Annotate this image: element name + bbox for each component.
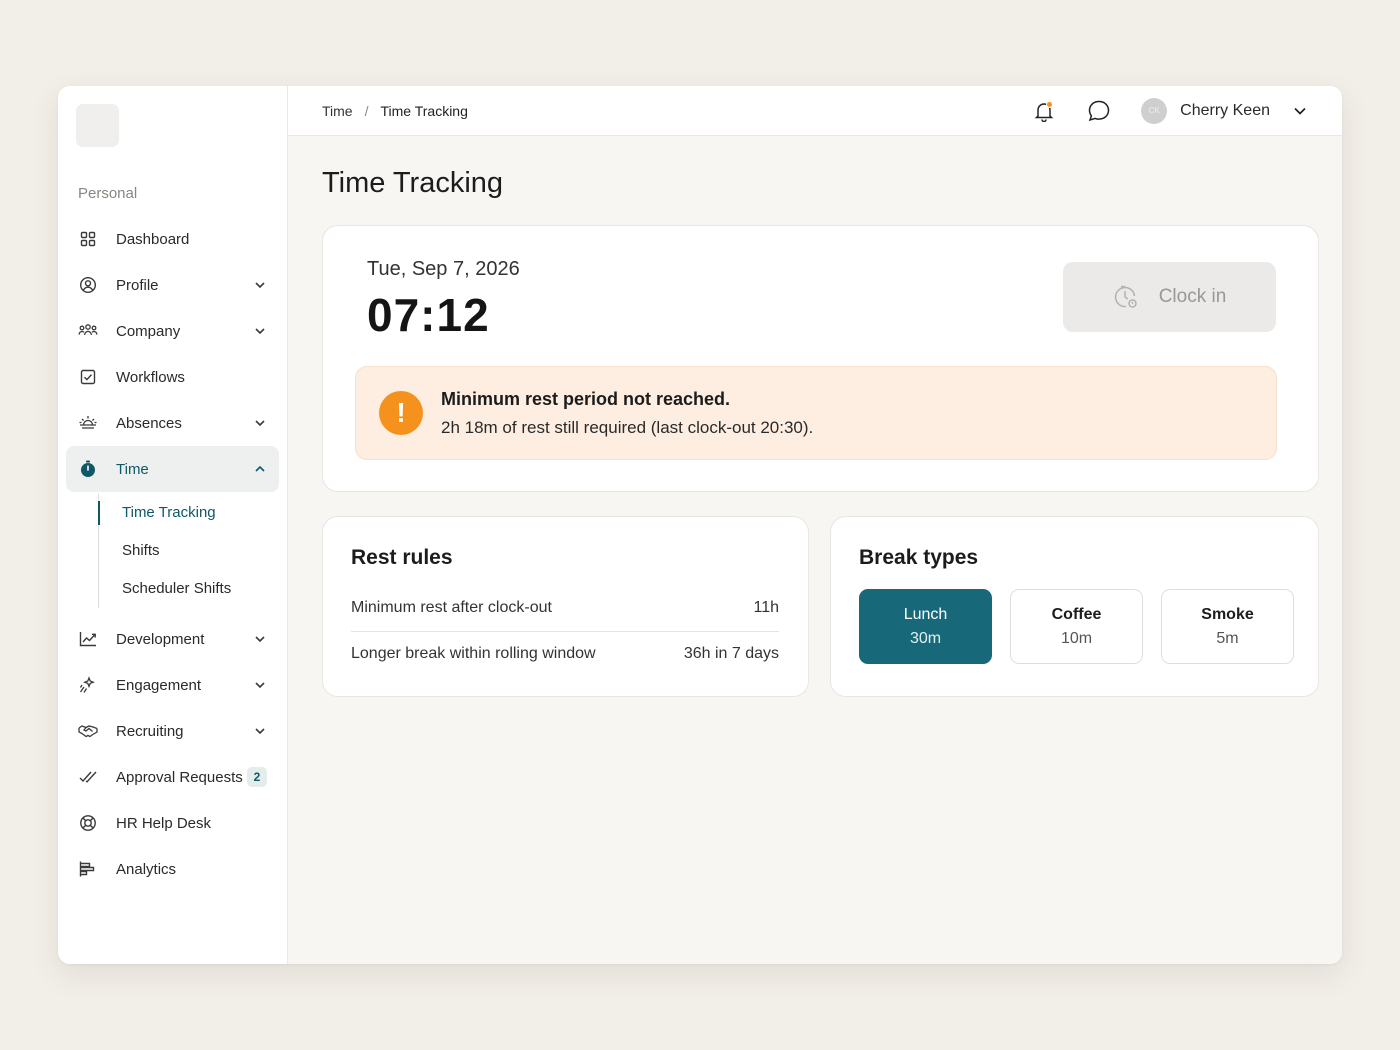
break-name: Smoke	[1201, 605, 1254, 623]
sidebar-subitem-time-tracking[interactable]: Time Tracking	[98, 494, 279, 532]
rest-period-alert: ! Minimum rest period not reached. 2h 18…	[355, 366, 1277, 460]
breadcrumb-current: Time Tracking	[380, 102, 468, 119]
lifebuoy-icon	[78, 813, 98, 833]
rule-value: 36h in 7 days	[683, 645, 779, 662]
chevron-up-icon	[253, 462, 267, 476]
avatar[interactable]: CK	[1141, 97, 1168, 124]
handshake-icon	[78, 721, 98, 741]
sidebar-item-engagement[interactable]: Engagement	[66, 662, 279, 708]
trend-chart-icon	[78, 629, 98, 649]
time-subnav: Time Tracking Shifts Scheduler Shifts	[98, 494, 279, 608]
top-actions: CK Cherry Keen	[1031, 97, 1308, 124]
rule-row: Longer break within rolling window 36h i…	[351, 645, 779, 663]
double-check-icon	[78, 767, 98, 787]
team-icon	[78, 321, 98, 341]
clock-in-label: Clock in	[1158, 286, 1227, 307]
sidebar-item-label: Time	[116, 460, 149, 478]
sparkle-icon	[78, 675, 98, 695]
break-name: Lunch	[903, 605, 948, 623]
sidebar-item-development[interactable]: Development	[66, 616, 279, 662]
current-date: Tue, Sep 7, 2026	[367, 258, 520, 280]
clock-card: Tue, Sep 7, 2026 07:12 Clock in ! Minimu…	[322, 225, 1319, 492]
sidebar-section-label: Personal	[78, 185, 138, 202]
sidebar-item-label: Profile	[116, 276, 159, 294]
sidebar-item-approval-requests[interactable]: Approval Requests 2	[66, 754, 279, 800]
sidebar-item-analytics[interactable]: Analytics	[66, 846, 279, 892]
chevron-down-icon[interactable]	[1292, 103, 1308, 119]
app-window: Personal Dashboard Profile Company Workf…	[58, 86, 1342, 964]
chevron-down-icon	[253, 632, 267, 646]
break-option-smoke[interactable]: Smoke 5m	[1161, 589, 1294, 664]
sidebar-item-profile[interactable]: Profile	[66, 262, 279, 308]
break-types-card: Break types Lunch 30m Coffee 10m Smoke 5…	[830, 516, 1319, 697]
sidebar-item-dashboard[interactable]: Dashboard	[66, 216, 279, 262]
sidebar-item-label: Recruiting	[116, 722, 184, 740]
sidebar-item-label: Workflows	[116, 368, 185, 386]
sidebar-item-label: HR Help Desk	[116, 814, 212, 832]
user-circle-icon	[78, 275, 98, 295]
clock-icon	[1113, 284, 1139, 310]
approval-count-badge: 2	[247, 767, 267, 787]
topbar: Time / Time Tracking CK Cherry Keen	[288, 86, 1342, 136]
sidebar-item-absences[interactable]: Absences	[66, 400, 279, 446]
break-options: Lunch 30m Coffee 10m Smoke 5m	[859, 589, 1294, 664]
notifications-button[interactable]	[1031, 98, 1057, 124]
sunrise-icon	[78, 413, 98, 433]
rule-label: Minimum rest after clock-out	[351, 599, 552, 616]
divider	[351, 631, 779, 632]
chat-bubble-icon	[1087, 99, 1111, 123]
messages-button[interactable]	[1086, 98, 1112, 124]
sidebar-item-label: Company	[116, 322, 181, 340]
sidebar-item-company[interactable]: Company	[66, 308, 279, 354]
stopwatch-icon	[78, 459, 98, 479]
company-logo[interactable]	[76, 104, 119, 147]
rule-value: 11h	[753, 599, 779, 616]
break-option-lunch[interactable]: Lunch 30m	[859, 589, 992, 664]
warning-icon: !	[379, 391, 423, 435]
rest-rules-title: Rest rules	[351, 546, 453, 569]
user-name[interactable]: Cherry Keen	[1180, 102, 1270, 120]
sidebar: Personal Dashboard Profile Company Workf…	[58, 86, 288, 964]
bell-icon	[1033, 100, 1055, 122]
rest-rules-card: Rest rules Minimum rest after clock-out …	[322, 516, 809, 697]
break-option-coffee[interactable]: Coffee 10m	[1010, 589, 1143, 664]
alert-title: Minimum rest period not reached.	[441, 389, 731, 409]
sidebar-item-recruiting[interactable]: Recruiting	[66, 708, 279, 754]
chevron-down-icon	[253, 416, 267, 430]
break-duration: 30m	[909, 629, 942, 647]
checkbox-icon	[78, 367, 98, 387]
sidebar-item-label: Dashboard	[116, 230, 190, 248]
rule-label: Longer break within rolling window	[351, 645, 596, 662]
breadcrumb-separator: /	[364, 102, 369, 119]
chevron-down-icon	[253, 724, 267, 738]
chevron-down-icon	[253, 324, 267, 338]
breadcrumb-link-time[interactable]: Time	[322, 103, 353, 119]
alert-text: 2h 18m of rest still required (last cloc…	[441, 418, 814, 437]
rule-row: Minimum rest after clock-out 11h	[351, 599, 779, 617]
sidebar-item-label: Engagement	[116, 676, 202, 694]
main-content: Time / Time Tracking CK Cherry Keen Time…	[288, 86, 1342, 964]
analytics-bars-icon	[78, 859, 98, 879]
sidebar-item-label: Approval Requests	[116, 768, 243, 786]
sidebar-nav: Dashboard Profile Company Workflows Abse…	[66, 216, 279, 892]
sidebar-item-workflows[interactable]: Workflows	[66, 354, 279, 400]
break-types-title: Break types	[859, 546, 979, 569]
sidebar-subitem-scheduler-shifts[interactable]: Scheduler Shifts	[99, 570, 279, 608]
sidebar-item-label: Development	[116, 630, 205, 648]
clock-in-button[interactable]: Clock in	[1063, 262, 1276, 332]
break-duration: 5m	[1216, 629, 1239, 647]
chevron-down-icon	[253, 278, 267, 292]
sidebar-subitem-shifts[interactable]: Shifts	[99, 532, 279, 570]
page-title: Time Tracking	[322, 167, 504, 199]
sidebar-item-label: Analytics	[116, 860, 177, 878]
dashboard-icon	[78, 229, 98, 249]
chevron-down-icon	[253, 678, 267, 692]
breadcrumb: Time / Time Tracking	[322, 103, 1031, 119]
current-time: 07:12	[367, 289, 490, 341]
sidebar-item-time[interactable]: Time	[66, 446, 279, 492]
break-duration: 10m	[1060, 629, 1093, 647]
break-name: Coffee	[1051, 605, 1102, 623]
sidebar-item-label: Absences	[116, 414, 182, 432]
sidebar-item-hr-help-desk[interactable]: HR Help Desk	[66, 800, 279, 846]
